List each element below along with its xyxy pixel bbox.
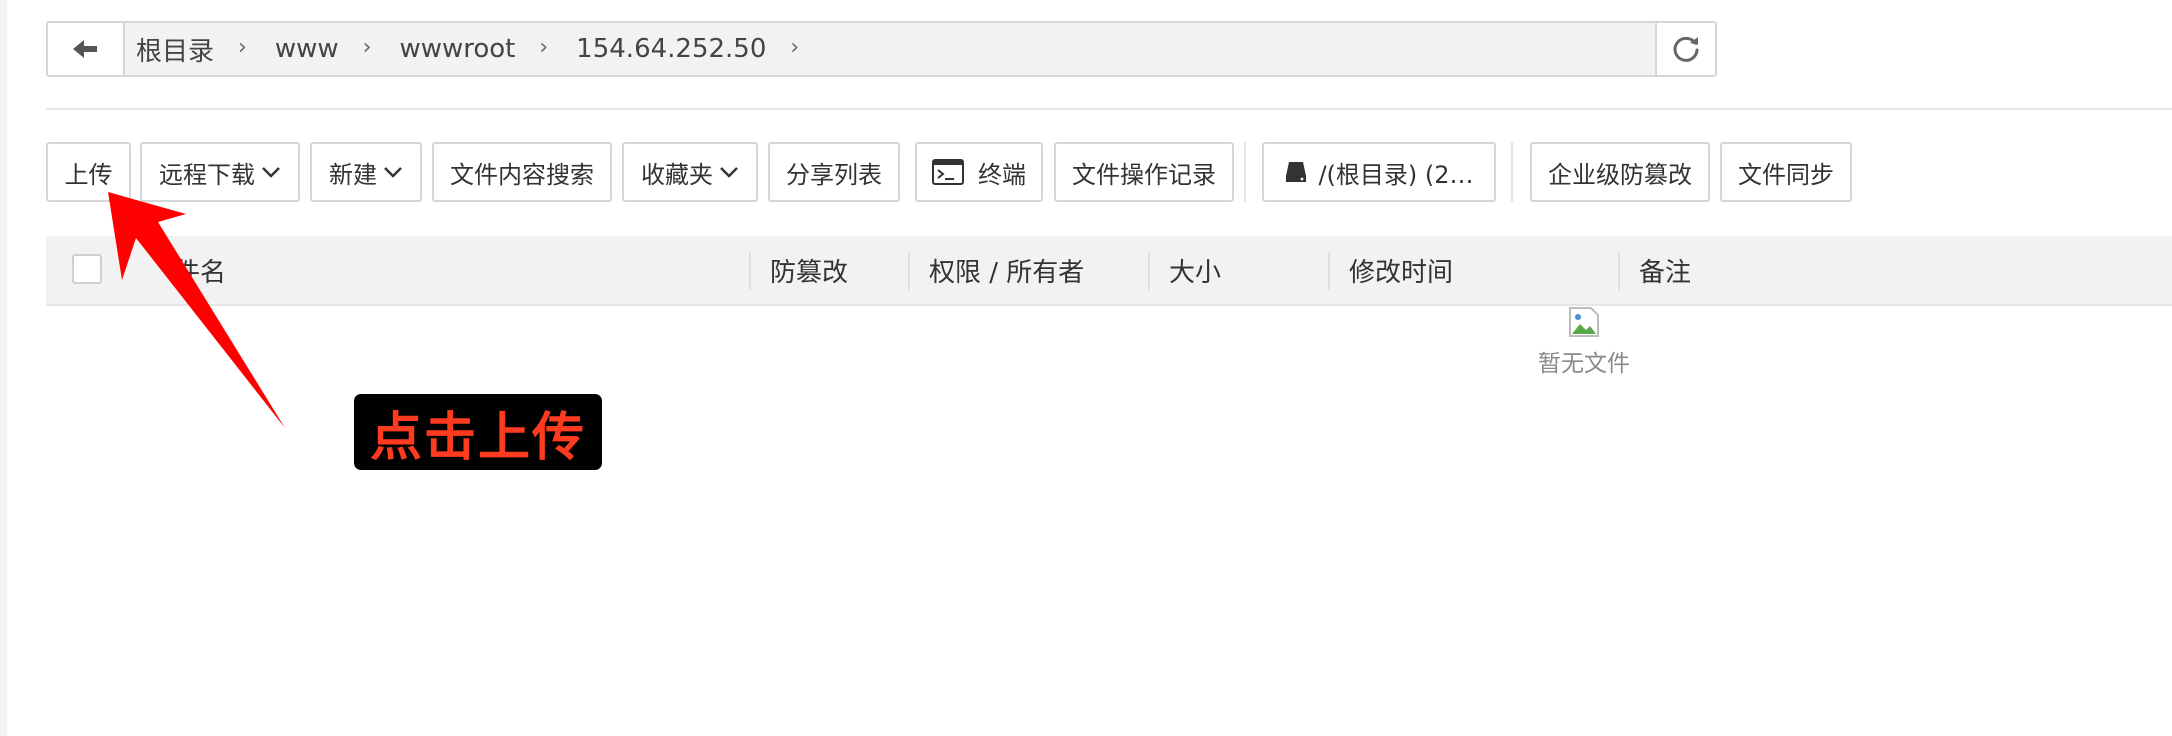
column-permissions[interactable]: 权限 / 所有者 [929,236,1084,304]
file-table-header: 件名 防篡改 权限 / 所有者 大小 修改时间 备注 [46,236,2172,306]
chevron-down-icon [261,166,281,178]
left-edge-strip [0,0,7,736]
column-divider [908,252,910,290]
toolbar-separator [1511,142,1513,202]
broken-image-icon [1569,307,1599,337]
column-tamper-proof[interactable]: 防篡改 [770,236,848,304]
chevron-right-icon: › [790,34,800,60]
favorites-button[interactable]: 收藏夹 [622,142,758,202]
toolbar-separator [1244,142,1246,202]
tamper-proof-button[interactable]: 企业级防篡改 [1530,142,1710,202]
refresh-button[interactable] [1655,23,1715,75]
callout-label: 点击上传 [354,394,602,470]
remote-download-label: 远程下载 [159,160,255,189]
column-divider [1618,252,1620,290]
column-divider [1328,252,1330,290]
empty-state: 暂无文件 [1534,306,1634,378]
column-filename[interactable]: 件名 [174,236,226,304]
upload-button[interactable]: 上传 [46,142,131,202]
favorites-label: 收藏夹 [641,160,713,189]
operation-log-label: 文件操作记录 [1072,160,1216,189]
refresh-icon [1673,36,1699,62]
chevron-down-icon [719,166,739,178]
column-divider [1148,252,1150,290]
terminal-icon [932,159,964,185]
red-arrow-annotation [108,192,285,428]
column-remarks[interactable]: 备注 [1639,236,1691,304]
chevron-right-icon: › [362,34,372,60]
new-button-label: 新建 [329,160,377,189]
upload-button-label: 上传 [64,160,113,189]
chevron-down-icon [383,166,403,178]
chevron-right-icon: › [238,34,247,60]
breadcrumb-item-www[interactable]: www [275,34,339,64]
terminal-button[interactable]: 终端 [915,142,1043,202]
share-list-label: 分享列表 [786,160,882,189]
disk-button[interactable]: /(根目录) (2… [1262,142,1496,202]
content-search-label: 文件内容搜索 [450,160,594,189]
content-search-button[interactable]: 文件内容搜索 [432,142,612,202]
breadcrumb-item-site[interactable]: 154.64.252.50 [576,34,766,64]
column-size[interactable]: 大小 [1169,236,1221,304]
tamper-proof-label: 企业级防篡改 [1548,160,1692,189]
terminal-label: 终端 [978,160,1026,189]
hard-drive-icon [1286,162,1307,182]
empty-state-text: 暂无文件 [1538,351,1630,377]
back-button[interactable] [48,23,125,75]
callout-text: 点击上传 [369,407,586,468]
share-list-button[interactable]: 分享列表 [768,142,900,202]
chevron-right-icon: › [539,34,549,60]
breadcrumb: 根目录 › www › wwwroot › 154.64.252.50 › [136,23,827,75]
select-all-checkbox[interactable] [72,254,102,284]
file-sync-label: 文件同步 [1738,160,1834,189]
breadcrumb-item-root[interactable]: 根目录 [136,31,214,68]
divider [46,108,2172,110]
disk-label: /(根目录) (2… [1318,160,1474,189]
column-divider [749,252,751,290]
remote-download-button[interactable]: 远程下载 [140,142,300,202]
operation-log-button[interactable]: 文件操作记录 [1054,142,1234,202]
back-arrow-icon [72,40,97,58]
column-modified-time[interactable]: 修改时间 [1349,236,1453,304]
breadcrumb-item-wwwroot[interactable]: wwwroot [399,34,515,64]
file-sync-button[interactable]: 文件同步 [1720,142,1852,202]
address-bar: 根目录 › www › wwwroot › 154.64.252.50 › [46,21,1717,77]
new-button[interactable]: 新建 [310,142,422,202]
